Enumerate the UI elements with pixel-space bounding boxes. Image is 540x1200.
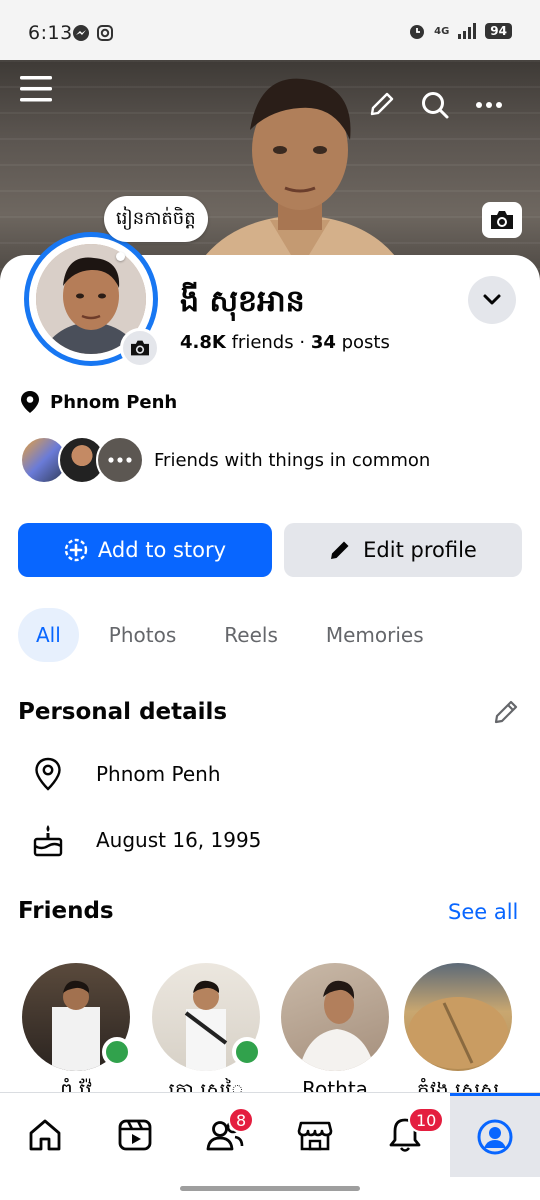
- online-indicator: [232, 1037, 262, 1067]
- alarm-icon: [410, 25, 425, 39]
- stats-separator: ·: [299, 332, 306, 353]
- network-type: 4G: [434, 25, 450, 37]
- video-icon: [118, 1119, 152, 1151]
- friends-label[interactable]: friends: [232, 332, 294, 353]
- detail-birthday: August 16, 1995: [30, 822, 261, 858]
- friend-card[interactable]: Rothta: [281, 963, 389, 1097]
- tab-memories[interactable]: Memories: [308, 608, 442, 662]
- more-dots-icon: [108, 457, 132, 463]
- add-to-story-label: Add to story: [97, 538, 227, 562]
- mutual-avatar-more: [96, 436, 144, 484]
- bottom-navigation: 8 10: [0, 1092, 540, 1200]
- status-bar: 6:13 4G 94: [0, 0, 540, 62]
- intro-location: Phnom Penh: [20, 390, 177, 414]
- add-story-icon: [64, 538, 88, 562]
- nav-video[interactable]: [90, 1093, 180, 1177]
- friends-section-title: Friends: [18, 898, 114, 924]
- edit-profile-label: Edit profile: [363, 538, 477, 562]
- profile-icon: [477, 1119, 513, 1154]
- home-icon: [29, 1119, 61, 1151]
- tab-all[interactable]: All: [18, 608, 79, 662]
- friend-avatar: [404, 963, 512, 1071]
- detail-location: Phnom Penh: [30, 756, 221, 792]
- avatar-camera-icon[interactable]: [120, 328, 160, 368]
- location-outline-icon: [35, 757, 61, 791]
- location-pin-icon: [21, 391, 39, 413]
- nav-marketplace[interactable]: [270, 1093, 360, 1177]
- pencil-icon: [331, 541, 349, 559]
- nav-home[interactable]: [0, 1093, 90, 1177]
- nav-friends[interactable]: 8: [180, 1093, 270, 1177]
- add-to-story-button[interactable]: Add to story: [18, 523, 272, 577]
- intro-location-text: Phnom Penh: [50, 391, 178, 413]
- chevron-down-icon: [483, 294, 501, 305]
- menu-icon[interactable]: [18, 72, 54, 106]
- personal-details-edit-icon[interactable]: [492, 698, 522, 728]
- home-indicator: [180, 1186, 360, 1191]
- mutual-friends-text: Friends with things in common: [154, 449, 431, 471]
- friend-card[interactable]: កុំវង ស្រស: [404, 963, 512, 1097]
- friend-avatar: [281, 963, 389, 1071]
- more-options-icon[interactable]: [472, 90, 506, 120]
- marketplace-icon: [297, 1121, 333, 1151]
- personal-details-title: Personal details: [18, 699, 228, 725]
- edit-pencil-icon[interactable]: [366, 88, 398, 120]
- friend-card[interactable]: ពុំ វ៉ែ: [22, 963, 132, 1097]
- profile-note-bubble[interactable]: រៀនកាត់ចិត្ត: [104, 196, 208, 242]
- mutual-friends-row[interactable]: Friends with things in common: [20, 436, 430, 484]
- status-time: 6:13: [28, 22, 73, 44]
- cover-camera-icon[interactable]: [482, 202, 522, 238]
- cover-person-image: [190, 78, 410, 280]
- note-bubble-tail: [116, 252, 125, 261]
- online-indicator: [102, 1037, 132, 1067]
- profile-stats: 4.8K friends · 34 posts: [180, 332, 390, 353]
- tab-reels[interactable]: Reels: [206, 608, 296, 662]
- detail-location-text: Phnom Penh: [96, 762, 221, 786]
- profile-name: ងី សុខអាន: [180, 284, 305, 319]
- posts-label[interactable]: posts: [342, 332, 390, 353]
- tab-photos[interactable]: Photos: [91, 608, 194, 662]
- profile-tabs: All Photos Reels Memories: [18, 608, 454, 662]
- friends-count[interactable]: 4.8K: [180, 332, 226, 353]
- profile-expand-button[interactable]: [468, 276, 516, 324]
- search-icon[interactable]: [418, 88, 452, 122]
- messenger-icon: [73, 25, 89, 41]
- detail-birthday-text: August 16, 1995: [96, 828, 262, 852]
- notifications-badge: 10: [408, 1107, 445, 1133]
- friends-badge: 8: [228, 1107, 255, 1133]
- profile-note-text: រៀនកាត់ចិត្ត: [116, 207, 196, 229]
- friend-card[interactable]: គោ ស្រូៃ: [152, 963, 262, 1097]
- birthday-cake-icon: [33, 825, 63, 857]
- edit-profile-button[interactable]: Edit profile: [284, 523, 522, 577]
- see-all-friends-link[interactable]: See all: [448, 900, 518, 924]
- nav-notifications[interactable]: 10: [360, 1093, 450, 1177]
- posts-count[interactable]: 34: [311, 332, 336, 353]
- nav-profile[interactable]: [450, 1093, 540, 1177]
- battery-level: 94: [485, 23, 512, 39]
- signal-icon: [458, 23, 477, 39]
- instagram-icon: [97, 25, 113, 41]
